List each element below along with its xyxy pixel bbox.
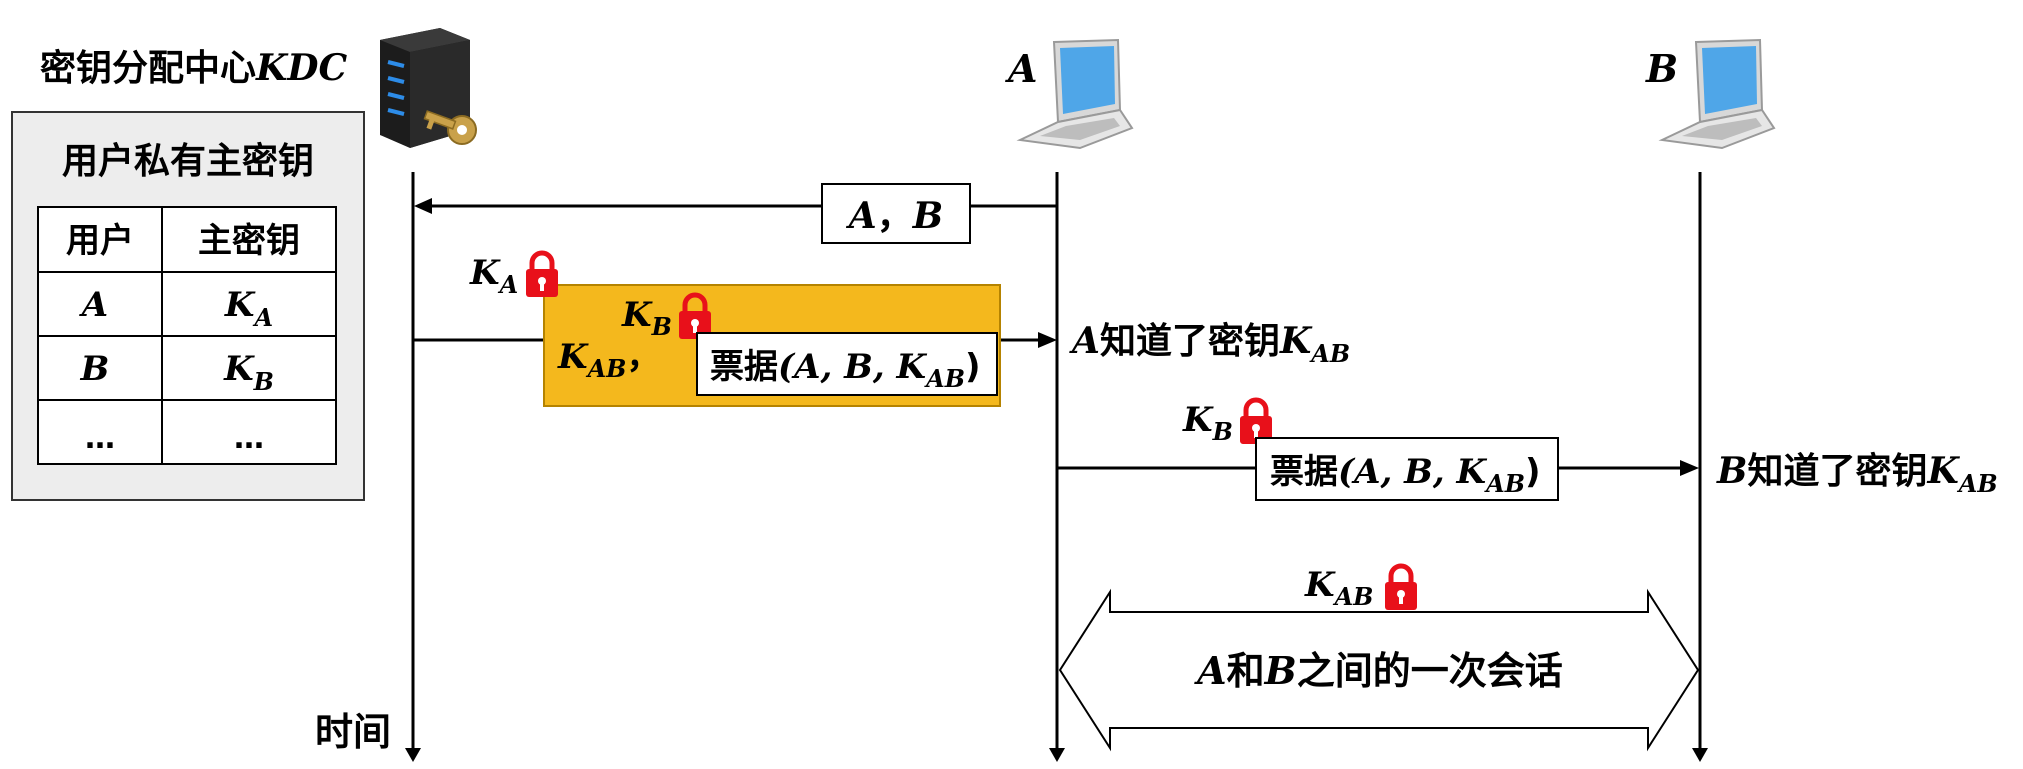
key-table-title: 用户私有主密钥: [62, 140, 314, 182]
laptop-icon: [1658, 38, 1776, 150]
time-label: 时间: [315, 710, 391, 754]
arrowhead: [405, 748, 421, 762]
a-knows-note: A知道了密钥KAB: [1069, 320, 1350, 368]
b-knows-note: B知道了密钥KAB: [1716, 450, 1998, 498]
table-cell-ellipsis: …: [85, 421, 115, 456]
host-b-label: B: [1645, 46, 1678, 91]
session-text: A和B之间的一次会话: [1194, 648, 1563, 693]
table-cell-ellipsis: …: [234, 421, 264, 456]
table-cell-user: A: [79, 285, 108, 325]
session-key-label: KAB: [1304, 565, 1373, 611]
kdc-label: 密钥分配中心KDC: [40, 47, 348, 89]
table-cell-user: B: [80, 349, 110, 389]
outer-key-label: KA: [469, 253, 518, 299]
arrowhead: [1692, 748, 1708, 762]
request-text: A，B: [846, 195, 943, 237]
arrowhead: [1038, 332, 1057, 348]
forward-key-label: KB: [1182, 400, 1233, 446]
arrowhead: [1049, 748, 1065, 762]
arrowhead: [1680, 460, 1699, 476]
lock-icon: [526, 250, 558, 297]
lock-icon: [1385, 563, 1417, 610]
table-header-user: 用户: [66, 221, 134, 261]
host-a-label: A: [1005, 46, 1037, 91]
arrowhead: [414, 198, 432, 214]
table-header-key: 主密钥: [198, 221, 300, 261]
kerberos-diagram: 密钥分配中心KDC 用户私有主密钥 用户 主密钥 A KA B KB … … A…: [11, 28, 1998, 762]
